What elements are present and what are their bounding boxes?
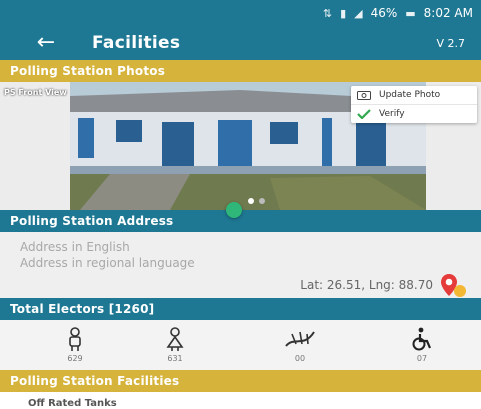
scroll-handle[interactable] [226, 202, 242, 218]
photo-carousel[interactable]: PS Front View Update Photo Verify [0, 82, 481, 210]
elector-female: 631 [145, 326, 205, 363]
wifi-icon: ⇅ [322, 6, 333, 20]
photo-actions-menu: Update Photo Verify [351, 86, 477, 123]
verify-button[interactable]: Verify [351, 104, 477, 123]
sim-icon: ▮ [340, 6, 347, 20]
lat-lng-readout: Lat: 26.51, Lng: 88.70 [300, 278, 433, 292]
battery-percent: 46% [370, 6, 398, 20]
update-photo-button[interactable]: Update Photo [351, 86, 477, 104]
electors-section-header: Total Electors [1260] [0, 298, 481, 320]
carousel-dot[interactable] [248, 198, 254, 204]
app-version: V 2.7 [436, 36, 465, 50]
male-icon [69, 327, 81, 351]
carousel-indicator [248, 198, 265, 204]
signal-icon: ◢ [354, 6, 363, 20]
elector-pwd: 07 [392, 326, 452, 363]
page-title: Facilities [92, 33, 181, 53]
wheelchair-icon [412, 327, 432, 351]
photo-label: PS Front View [4, 88, 67, 97]
address-regional-field[interactable]: Address in regional language [20, 256, 195, 270]
facility-item[interactable]: Off Rated Tanks [28, 398, 117, 409]
checkmark-icon [357, 109, 371, 119]
camera-icon [357, 91, 371, 100]
update-photo-label: Update Photo [379, 90, 441, 100]
elector-male-count: 629 [67, 354, 83, 363]
elector-female-count: 631 [167, 354, 183, 363]
address-english-field[interactable]: Address in English [20, 240, 130, 254]
status-bar: ⇅ ▮ ◢ 46% ▬ 8:02 AM [0, 0, 481, 26]
photos-section-header: Polling Station Photos [0, 60, 481, 82]
map-pin-icon[interactable] [439, 272, 469, 298]
clock: 8:02 AM [423, 6, 473, 20]
app-bar: ← Facilities V 2.7 [0, 26, 481, 60]
address-box: Address in English Address in regional l… [0, 232, 481, 298]
elector-pwd-count: 07 [416, 354, 428, 363]
electors-row: 629 631 00 07 [0, 320, 481, 370]
verify-label: Verify [379, 109, 405, 119]
third-gender-icon [285, 331, 315, 347]
carousel-dot[interactable] [259, 198, 265, 204]
facilities-section-header: Polling Station Facilities [0, 370, 481, 392]
female-icon [166, 327, 184, 351]
elector-third-gender: 00 [270, 326, 330, 363]
back-arrow-icon[interactable]: ← [24, 26, 68, 60]
elector-male: 629 [45, 326, 105, 363]
elector-third-gender-count: 00 [294, 354, 306, 363]
battery-icon: ▬ [405, 6, 416, 20]
